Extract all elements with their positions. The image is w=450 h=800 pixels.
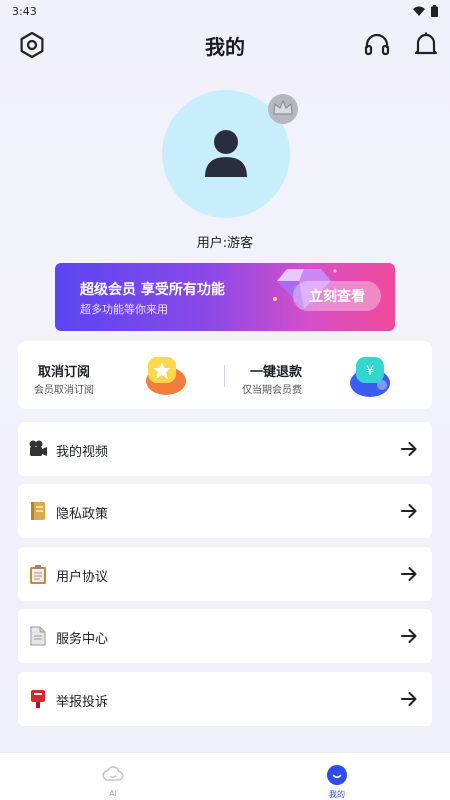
menu-item-label: 用户协议 bbox=[56, 570, 109, 585]
menu-item-label: 我的视频 bbox=[56, 445, 109, 460]
arrow-right-icon bbox=[401, 629, 417, 643]
smile-icon bbox=[327, 765, 347, 785]
refund-item[interactable]: 一键退款 仅当期会员费 ¥ bbox=[224, 341, 414, 409]
menu-item-label: 服务中心 bbox=[56, 632, 109, 647]
customer-service-button[interactable] bbox=[362, 30, 392, 60]
wifi-icon bbox=[413, 6, 425, 16]
arrow-right-icon bbox=[401, 567, 417, 581]
vip-subtitle: 超多功能等你来用 bbox=[80, 303, 168, 316]
quick-action-subtitle: 仅当期会员费 bbox=[242, 385, 302, 396]
settings-icon bbox=[20, 31, 44, 59]
cloud-icon bbox=[102, 766, 124, 781]
clipboard-icon bbox=[30, 565, 46, 584]
menu-item-my-videos[interactable]: 我的视频 bbox=[18, 422, 432, 476]
yuan-coin-icon: ¥ bbox=[350, 357, 390, 397]
status-icons bbox=[413, 5, 438, 17]
tab-label: AI bbox=[109, 789, 117, 798]
quick-action-subtitle: 会员取消订阅 bbox=[34, 385, 94, 396]
avatar-section[interactable] bbox=[162, 90, 298, 218]
quick-action-title: 一键退款 bbox=[250, 365, 303, 380]
page-title: 我的 bbox=[205, 34, 245, 59]
vip-title: 超级会员 享受所有功能 bbox=[80, 282, 225, 298]
status-bar: 3:43 bbox=[0, 0, 450, 22]
settings-button[interactable] bbox=[17, 30, 47, 60]
postbox-icon bbox=[31, 690, 45, 708]
headset-icon bbox=[364, 33, 390, 56]
notebook-icon bbox=[31, 502, 45, 520]
user-silhouette-icon bbox=[205, 130, 247, 177]
video-camera-icon bbox=[29, 440, 47, 456]
header: 我的 bbox=[0, 24, 450, 66]
menu-item-privacy-policy[interactable]: 隐私政策 bbox=[18, 484, 432, 538]
svg-text:¥: ¥ bbox=[366, 364, 374, 379]
arrow-right-icon bbox=[401, 504, 417, 518]
vip-banner[interactable]: 超级会员 享受所有功能 超多功能等你来用 立刻查看 bbox=[55, 263, 395, 331]
bottom-tab-bar: AI 我的 bbox=[0, 752, 450, 800]
star-badge-icon bbox=[146, 357, 186, 395]
arrow-right-icon bbox=[401, 692, 417, 706]
username: 用户:游客 bbox=[196, 236, 254, 251]
quick-action-title: 取消订阅 bbox=[38, 365, 91, 380]
notifications-button[interactable] bbox=[411, 30, 441, 60]
menu-item-user-agreement[interactable]: 用户协议 bbox=[18, 547, 432, 601]
tab-ai[interactable]: AI bbox=[83, 759, 143, 799]
status-time: 3:43 bbox=[12, 4, 37, 18]
battery-icon bbox=[431, 5, 438, 17]
menu-item-service-center[interactable]: 服务中心 bbox=[18, 609, 432, 663]
menu-item-report-complaint[interactable]: 举报投诉 bbox=[18, 672, 432, 726]
document-icon bbox=[30, 626, 46, 646]
tab-label: 我的 bbox=[329, 790, 345, 799]
menu-item-label: 隐私政策 bbox=[56, 507, 109, 522]
bell-icon bbox=[414, 32, 438, 55]
arrow-right-icon bbox=[401, 442, 417, 456]
vip-view-button[interactable]: 立刻查看 bbox=[293, 281, 381, 311]
menu-item-label: 举报投诉 bbox=[56, 695, 109, 710]
quick-actions-card: 取消订阅 会员取消订阅 一键退款 仅当期会员费 ¥ bbox=[18, 341, 432, 409]
crown-icon bbox=[268, 94, 298, 124]
cancel-subscription-item[interactable]: 取消订阅 会员取消订阅 bbox=[18, 341, 208, 409]
tab-mine[interactable]: 我的 bbox=[307, 759, 367, 799]
